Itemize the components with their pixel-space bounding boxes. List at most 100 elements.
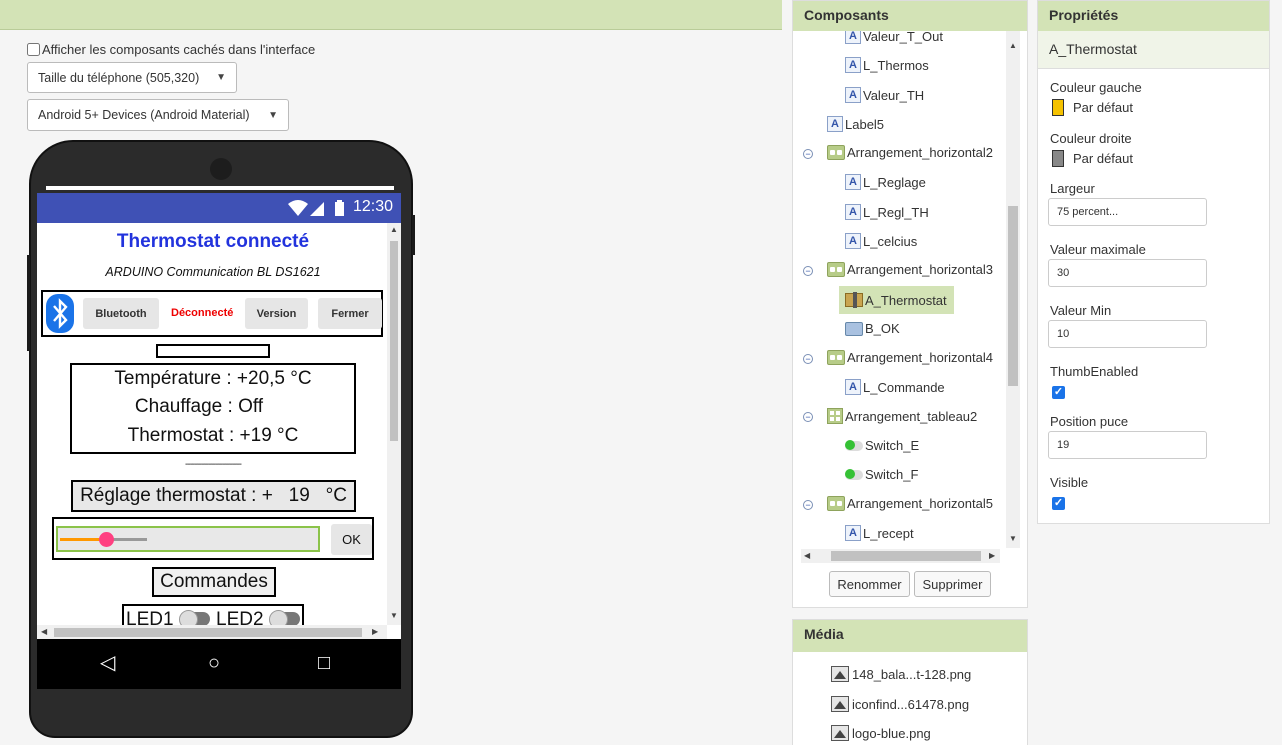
image-icon <box>831 666 849 682</box>
slider-thumb[interactable] <box>99 532 114 547</box>
components-title: Composants <box>793 1 1027 31</box>
selected-component-name: A_Thermostat <box>1038 31 1269 69</box>
tree-item[interactable]: A L_recept <box>845 525 914 541</box>
scroll-left-icon[interactable]: ◀ <box>41 627 47 636</box>
scroll-down-icon[interactable]: ▼ <box>1009 534 1017 543</box>
battery-icon <box>335 202 344 216</box>
visible-checkbox[interactable]: ✓ <box>1052 497 1065 510</box>
close-button[interactable]: Fermer <box>318 298 382 329</box>
min-value-input[interactable]: 10 <box>1048 320 1207 348</box>
tree-item[interactable]: Arrangement_tableau2 <box>827 408 977 424</box>
tree-item[interactable]: A L_Regl_TH <box>845 204 929 220</box>
media-item[interactable]: logo-blue.png <box>831 725 931 741</box>
switch-icon <box>845 439 863 451</box>
phone-vertical-scrollbar[interactable]: ▲ ▼ <box>387 223 401 625</box>
table-arrangement-icon <box>827 408 843 424</box>
collapse-icon[interactable]: − <box>803 354 813 364</box>
theme-select[interactable]: Android 5+ Devices (Android Material) ▼ <box>27 99 289 131</box>
tree-item[interactable]: A L_Commande <box>845 379 945 395</box>
label-icon: A <box>845 525 861 541</box>
properties-panel: Propriétés A_Thermostat Couleur gauche P… <box>1037 0 1270 524</box>
bluetooth-button[interactable]: Bluetooth <box>83 298 159 329</box>
commands-label: Commandes <box>152 567 276 597</box>
components-tree: A Valeur_T_Out A L_Thermos A Valeur_TH A Lab… <box>793 31 1027 551</box>
scrollbar-thumb[interactable] <box>54 628 362 637</box>
heating-label: Chauffage : Off <box>134 396 264 417</box>
home-icon[interactable]: ○ <box>208 653 220 673</box>
tree-item-selected[interactable]: A_Thermostat <box>839 286 954 314</box>
tree-item[interactable]: A Label5 <box>827 116 884 132</box>
scrollbar-thumb[interactable] <box>390 241 398 441</box>
ok-button[interactable]: OK <box>331 524 372 555</box>
phone-horizontal-scrollbar[interactable]: ◀ ▶ <box>37 625 387 639</box>
bluetooth-icon[interactable] <box>46 294 74 333</box>
thumb-enabled-label: ThumbEnabled <box>1050 364 1139 379</box>
status-bar: 12:30 <box>37 193 401 223</box>
scroll-right-icon[interactable]: ▶ <box>372 627 378 636</box>
scroll-down-icon[interactable]: ▼ <box>390 611 398 620</box>
tree-item[interactable]: A Valeur_T_Out <box>845 31 943 44</box>
horizontal-arrangement-icon <box>827 350 845 365</box>
led1-switch[interactable] <box>179 610 210 629</box>
chevron-down-icon: ▼ <box>268 109 278 121</box>
tree-item[interactable]: Arrangement_horizontal2 <box>827 145 993 160</box>
tree-item[interactable]: Switch_E <box>845 438 919 453</box>
tree-vertical-scrollbar[interactable]: ▲ ▼ <box>1006 31 1020 548</box>
rename-button[interactable]: Renommer <box>829 571 910 597</box>
collapse-icon[interactable]: − <box>803 500 813 510</box>
hidden-components-check[interactable] <box>27 43 40 56</box>
thermostat-slider[interactable] <box>56 526 320 552</box>
app-title: Thermostat connecté <box>116 231 310 252</box>
width-input[interactable]: 75 percent... <box>1048 198 1207 226</box>
hidden-components-label: Afficher les composants cachés dans l'in… <box>42 42 316 57</box>
tree-item[interactable]: B_OK <box>845 321 900 336</box>
thumb-position-input[interactable]: 19 <box>1048 431 1207 459</box>
tree-item[interactable]: A L_celcius <box>845 233 917 249</box>
label-icon: A <box>845 233 861 249</box>
scroll-up-icon[interactable]: ▲ <box>390 225 398 234</box>
led2-switch[interactable] <box>269 610 300 629</box>
phone-side-button <box>412 215 415 255</box>
max-value-label: Valeur maximale <box>1050 242 1146 257</box>
chevron-down-icon: ▼ <box>216 72 226 83</box>
scrollbar-thumb[interactable] <box>831 551 981 561</box>
back-icon[interactable]: ◁ <box>100 653 115 673</box>
media-item[interactable]: iconfind...61478.png <box>831 696 969 712</box>
label-icon: A <box>845 31 861 44</box>
scroll-left-icon[interactable]: ◀ <box>804 551 810 560</box>
tree-horizontal-scrollbar[interactable]: ◀ ▶ <box>801 549 1000 563</box>
width-label: Largeur <box>1050 181 1095 196</box>
media-item[interactable]: 148_bala...t-128.png <box>831 666 971 682</box>
left-color-swatch[interactable] <box>1052 99 1064 116</box>
scroll-up-icon[interactable]: ▲ <box>1009 41 1017 50</box>
thermostat-setting-label: Réglage thermostat : + 19 °C <box>71 480 356 512</box>
right-color-value[interactable]: Par défaut <box>1073 151 1133 166</box>
version-button[interactable]: Version <box>245 298 308 329</box>
scrollbar-thumb[interactable] <box>1008 206 1018 386</box>
tree-item[interactable]: Switch_F <box>845 467 918 482</box>
tree-item[interactable]: A L_Reglage <box>845 174 926 190</box>
left-color-value[interactable]: Par défaut <box>1073 100 1133 115</box>
right-color-swatch[interactable] <box>1052 150 1064 167</box>
tree-item[interactable]: Arrangement_horizontal3 <box>827 262 993 277</box>
connection-status: Déconnecté <box>171 307 234 319</box>
recents-icon[interactable]: □ <box>318 653 330 673</box>
collapse-icon[interactable]: − <box>803 266 813 276</box>
hidden-components-checkbox[interactable]: Afficher les composants cachés dans l'in… <box>27 42 315 57</box>
max-value-input[interactable]: 30 <box>1048 259 1207 287</box>
collapse-icon[interactable]: − <box>803 412 813 422</box>
tree-item[interactable]: A Valeur_TH <box>845 87 924 103</box>
tree-item[interactable]: Arrangement_horizontal4 <box>827 350 993 365</box>
wifi-icon <box>288 200 308 216</box>
label-icon: A <box>845 204 861 220</box>
collapse-icon[interactable]: − <box>803 149 813 159</box>
phone-size-select[interactable]: Taille du téléphone (505,320) ▼ <box>27 62 237 93</box>
scroll-right-icon[interactable]: ▶ <box>989 551 995 560</box>
thumb-enabled-checkbox[interactable]: ✓ <box>1052 386 1065 399</box>
tree-item[interactable]: A L_Thermos <box>845 57 929 73</box>
delete-button[interactable]: Supprimer <box>914 571 991 597</box>
tree-item[interactable]: Arrangement_horizontal5 <box>827 496 993 511</box>
label-icon: A <box>845 174 861 190</box>
top-bar <box>0 0 782 30</box>
phone-camera <box>210 158 232 180</box>
